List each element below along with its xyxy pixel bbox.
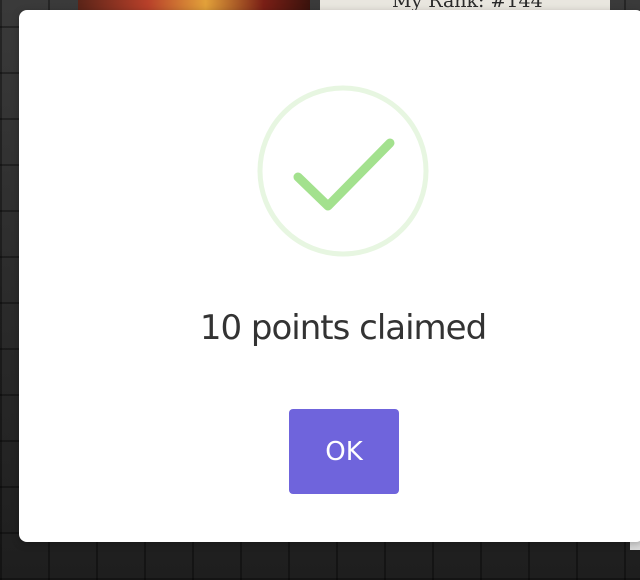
success-dialog: 10 points claimed OK [19, 10, 640, 542]
ok-button[interactable]: OK [289, 409, 399, 494]
checkmark-circle-icon [257, 85, 429, 257]
claim-message: 10 points claimed [199, 308, 487, 348]
